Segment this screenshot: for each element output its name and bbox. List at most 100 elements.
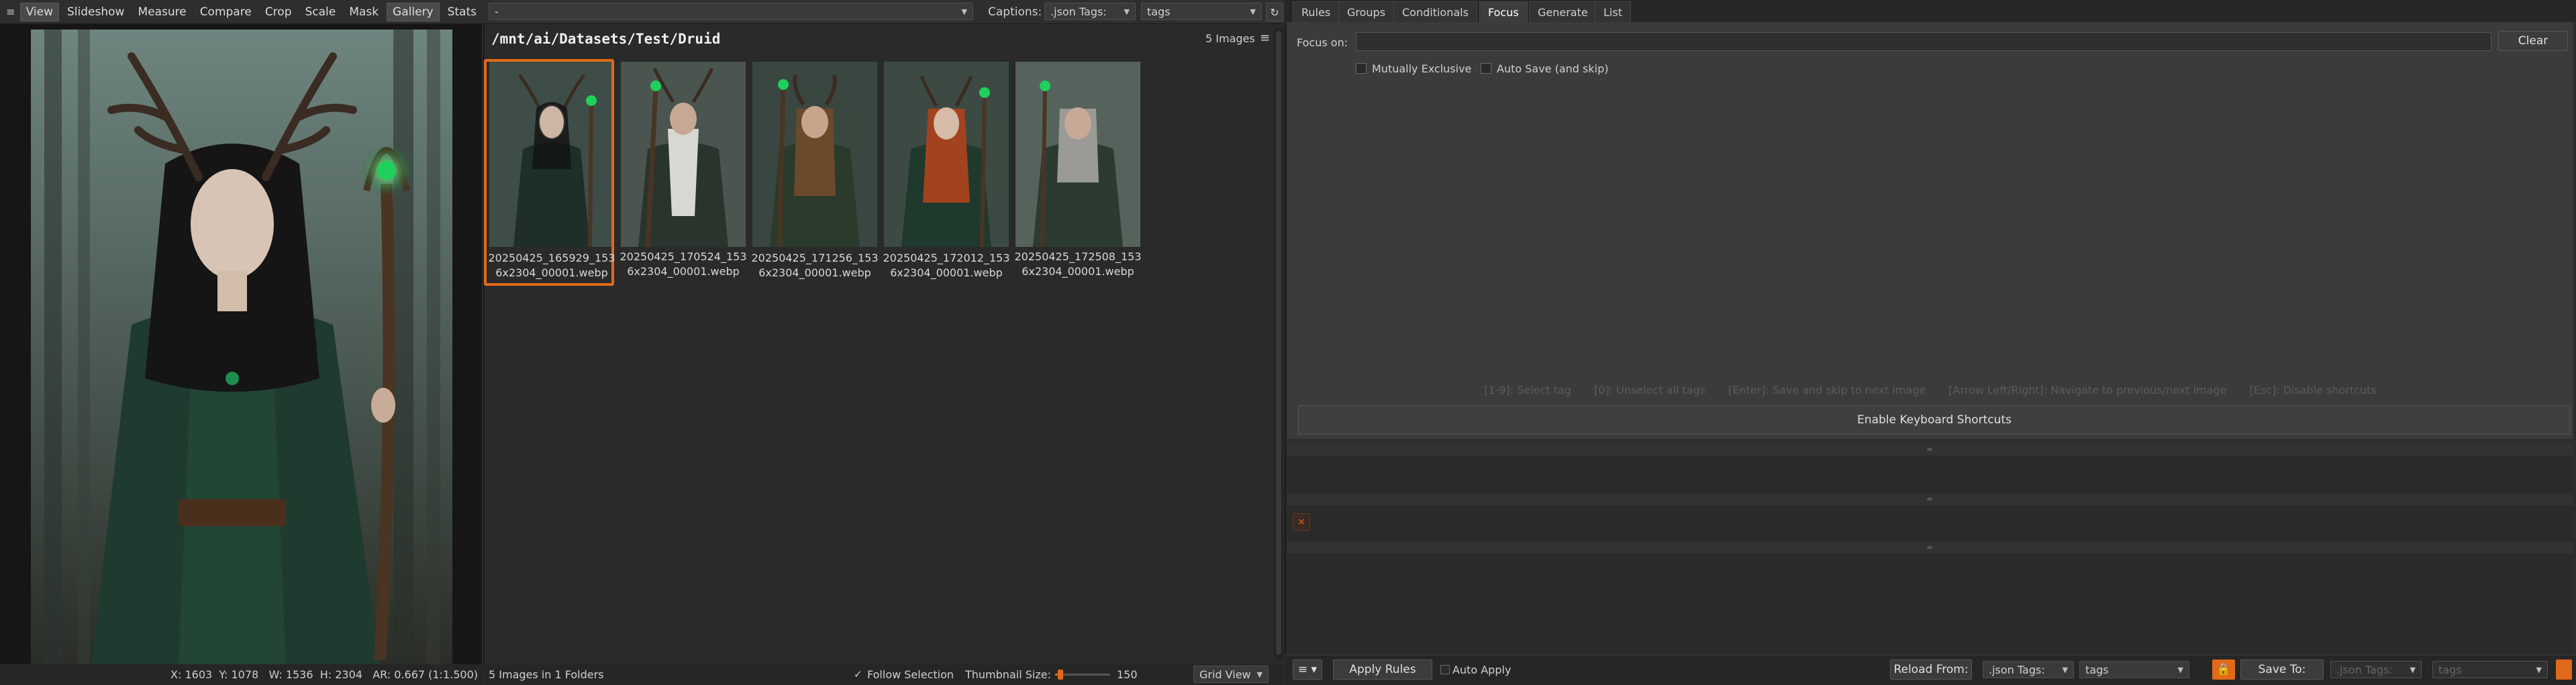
thumbnail-caption-1[interactable]: 20250425_165929_153 6x2304_00001.webp <box>485 251 619 280</box>
tag-area-3[interactable] <box>1287 554 2573 654</box>
refresh-icon[interactable]: ↻ <box>1266 3 1283 21</box>
hint-navigate: [Arrow Left/Right]: Navigate to previous… <box>1948 384 2227 397</box>
tab-generate[interactable]: Generate <box>1529 1 1597 22</box>
thumbnail-filename: 20250425_170524_153 <box>620 250 747 263</box>
list-icon[interactable]: ≡ <box>1260 31 1270 45</box>
enable-keyboard-shortcuts-button[interactable]: Enable Keyboard Shortcuts <box>1298 405 2571 435</box>
folder-path: /mnt/ai/Datasets/Test/Druid <box>491 31 721 47</box>
lock-icon[interactable]: 🔒 <box>2212 660 2235 680</box>
viewer-toolbar: ≡ View Slideshow Measure Compare Crop Sc… <box>0 0 482 24</box>
save-options-icon[interactable] <box>2556 660 2572 680</box>
save-to-button[interactable]: Save To: <box>2240 660 2324 680</box>
thumbnail-filename: 20250425_165929_153 <box>488 252 615 264</box>
auto-save-checkbox[interactable] <box>1481 63 1491 74</box>
viewer-status-bar: X: 1603 Y: 1078 W: 1536 H: 2304 AR: 0.66… <box>0 664 482 685</box>
thumbnail-caption-2[interactable]: 20250425_170524_153 6x2304_00001.webp <box>616 250 750 279</box>
view-mode-select[interactable]: Grid View ▼ <box>1193 666 1269 683</box>
follow-selection-label[interactable]: Follow Selection <box>867 668 954 681</box>
focus-on-input[interactable] <box>1356 32 2491 51</box>
thumbnail-filename: 6x2304_00001.webp <box>495 266 608 279</box>
chevron-down-icon: ▼ <box>1250 7 1256 16</box>
mutually-exclusive-label[interactable]: Mutually Exclusive <box>1372 62 1471 75</box>
thumbnail-size-label: Thumbnail Size: <box>965 668 1051 681</box>
focus-panel <box>1287 23 2573 439</box>
tab-stats[interactable]: Stats <box>442 3 482 21</box>
hint-unselect-all: [0]: Unselect all tags <box>1594 384 1705 397</box>
rules-tab-bar: Rules Groups Conditionals Focus Generate… <box>1285 0 2576 23</box>
tab-crop[interactable]: Crop <box>260 3 297 21</box>
gallery-scrollbar-handle[interactable] <box>1276 31 1281 655</box>
thumbnail-3[interactable] <box>752 62 877 248</box>
thumbnail-filename: 20250425_171256_153 <box>751 252 879 264</box>
captions-key-value: tags <box>1147 5 1171 18</box>
thumbnail-size-value: 150 <box>1117 668 1138 681</box>
menu-icon[interactable]: ≡ ▾ <box>1293 660 1322 680</box>
save-key-select[interactable]: tags ▼ <box>2432 661 2548 678</box>
thumbnail-filename: 6x2304_00001.webp <box>627 265 740 278</box>
tab-groups[interactable]: Groups <box>1338 1 1395 22</box>
save-key-value: tags <box>2438 663 2462 676</box>
splitter-handle[interactable]: ═ <box>1287 541 2573 554</box>
reload-source-select[interactable]: .json Tags: ▼ <box>1983 661 2074 678</box>
thumbnail-caption-3[interactable]: 20250425_171256_153 6x2304_00001.webp <box>748 251 882 280</box>
auto-apply-label[interactable]: Auto Apply <box>1452 664 1511 676</box>
thumbnail-size-slider[interactable] <box>1055 670 1110 680</box>
hint-save-skip: [Enter]: Save and skip to next image <box>1728 384 1926 397</box>
thumbnail-2[interactable] <box>621 62 746 248</box>
thumbnail-4[interactable] <box>884 62 1009 248</box>
tab-mask[interactable]: Mask <box>344 3 384 21</box>
chevron-down-icon: ▼ <box>2062 665 2068 674</box>
tab-compare[interactable]: Compare <box>195 3 257 21</box>
focus-on-label: Focus on: <box>1297 36 1348 49</box>
auto-apply-checkbox[interactable] <box>1440 665 1450 674</box>
tab-gallery[interactable]: Gallery <box>387 2 440 21</box>
tab-rules[interactable]: Rules <box>1293 1 1340 22</box>
clear-button[interactable]: Clear <box>2498 31 2568 51</box>
path-combo[interactable]: - ▼ <box>489 3 973 20</box>
chevron-down-icon: ▼ <box>1256 670 1262 679</box>
tab-measure[interactable]: Measure <box>132 3 191 21</box>
chevron-down-icon: ▼ <box>2177 665 2183 674</box>
tab-scale[interactable]: Scale <box>300 3 342 21</box>
chevron-down-icon: ▼ <box>2536 665 2542 674</box>
thumbnail-filename: 20250425_172508_153 <box>1014 250 1142 263</box>
auto-save-label[interactable]: Auto Save (and skip) <box>1497 62 1608 75</box>
reload-key-select[interactable]: tags ▼ <box>2079 661 2189 678</box>
thumbnail-filename: 6x2304_00001.webp <box>758 266 871 279</box>
reload-from-button[interactable]: Reload From: <box>1890 660 1972 680</box>
splitter-handle[interactable]: ═ <box>1287 493 2573 505</box>
tab-slideshow[interactable]: Slideshow <box>62 3 130 21</box>
tag-area-2[interactable]: × <box>1287 505 2573 541</box>
hint-disable: [Esc]: Disable shortcuts <box>2249 384 2377 397</box>
mutually-exclusive-checkbox[interactable] <box>1356 63 1367 74</box>
captions-label: Captions: <box>988 5 1042 19</box>
thumbnail-caption-4[interactable]: 20250425_172012_153 6x2304_00001.webp <box>879 251 1013 280</box>
tab-conditionals[interactable]: Conditionals <box>1393 1 1477 22</box>
captions-source-select[interactable]: .json Tags: ▼ <box>1044 3 1136 20</box>
tag-area-1[interactable] <box>1287 456 2573 493</box>
image-info: X: 1603 Y: 1078 W: 1536 H: 2304 AR: 0.66… <box>170 668 478 681</box>
thumbnail-size-handle[interactable] <box>1058 670 1064 680</box>
image-count: 5 Images <box>1205 32 1255 45</box>
thumbnail-5[interactable] <box>1015 62 1140 248</box>
captions-source-value: .json Tags: <box>1050 5 1107 18</box>
tab-view[interactable]: View <box>19 2 59 21</box>
path-combo-value: - <box>495 5 499 18</box>
tab-focus[interactable]: Focus <box>1479 1 1528 22</box>
gallery-toolbar: - ▼ Captions: .json Tags: ▼ tags ▼ ↻ <box>483 0 1283 24</box>
reload-key-value: tags <box>2085 663 2109 676</box>
thumbnail-caption-5[interactable]: 20250425_172508_153 6x2304_00001.webp <box>1011 250 1145 279</box>
shortcut-hints: [1-9]: Select tag [0]: Unselect all tags… <box>1287 384 2573 397</box>
check-icon[interactable]: ✓ <box>854 668 862 680</box>
tab-list[interactable]: List <box>1595 1 1631 22</box>
menu-icon[interactable]: ≡ <box>4 3 17 21</box>
splitter-handle[interactable]: ═ <box>1287 443 2573 456</box>
main-image[interactable] <box>31 30 452 664</box>
close-icon[interactable]: × <box>1293 513 1310 531</box>
chevron-down-icon: ▼ <box>1124 7 1130 16</box>
thumbnail-filename: 6x2304_00001.webp <box>1022 265 1134 278</box>
chevron-down-icon: ▼ <box>961 7 967 16</box>
save-source-select[interactable]: .json Tags: ▼ <box>2330 661 2422 678</box>
captions-key-select[interactable]: tags ▼ <box>1141 3 1262 20</box>
apply-rules-button[interactable]: Apply Rules <box>1333 660 1432 680</box>
